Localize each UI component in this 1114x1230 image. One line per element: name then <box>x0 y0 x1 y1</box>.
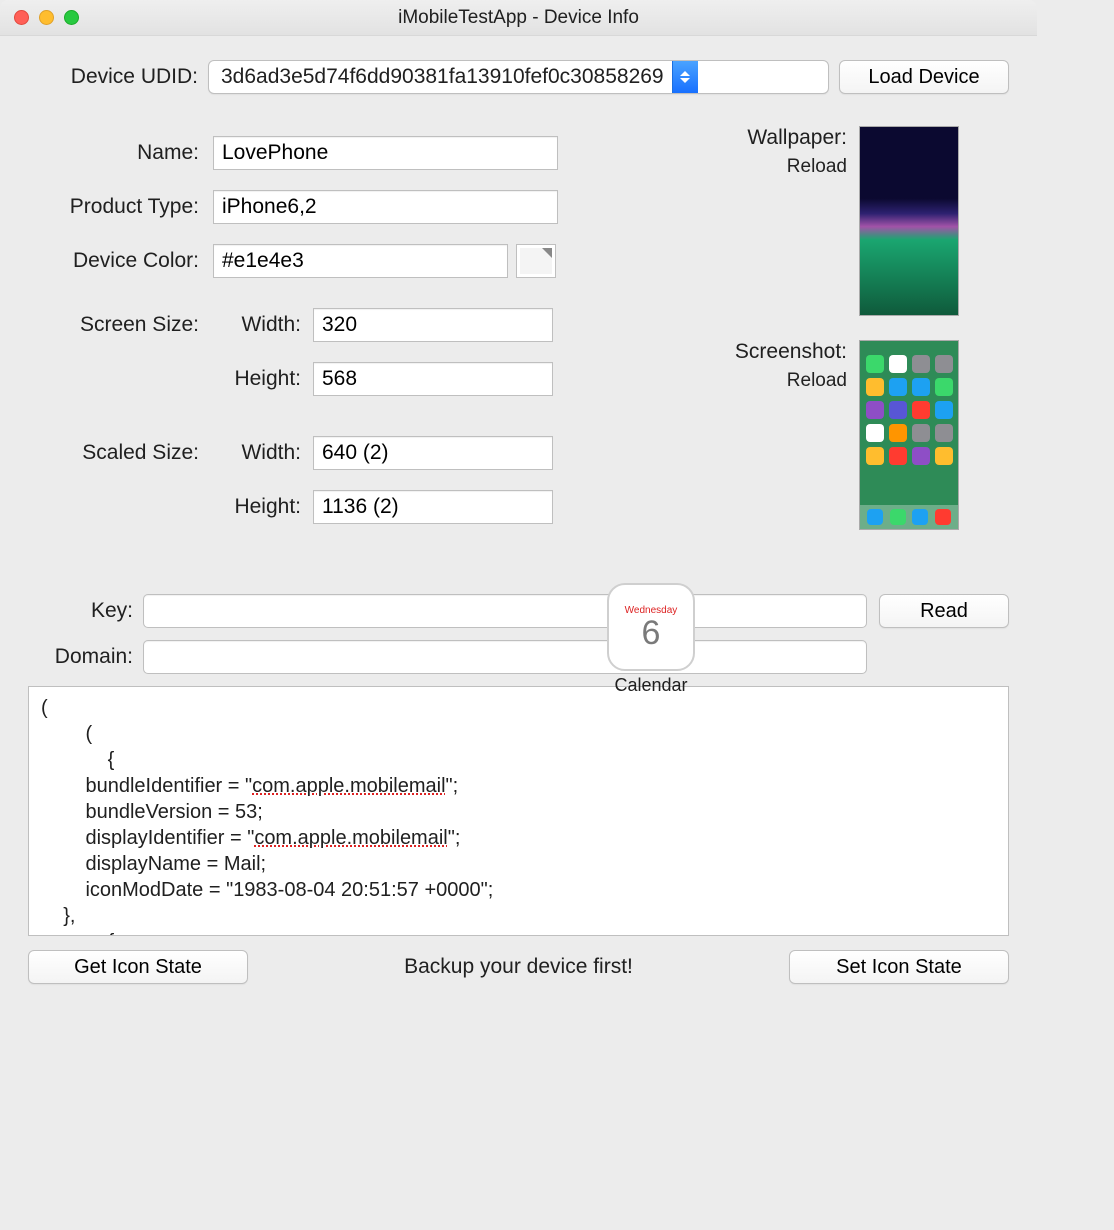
scaled-height-field[interactable] <box>313 490 553 524</box>
load-device-button[interactable]: Load Device <box>839 60 1009 94</box>
color-well[interactable] <box>516 244 556 278</box>
screen-width-field[interactable] <box>313 308 553 342</box>
scaled-height-label: Height: <box>213 495 313 519</box>
udid-row: Device UDID: 3d6ad3e5d74f6dd90381fa13910… <box>28 60 1009 94</box>
screen-size-label: Screen Size: <box>28 313 213 337</box>
left-column: Name: Product Type: Device Color: Screen… <box>28 126 689 554</box>
udid-value: 3d6ad3e5d74f6dd90381fa13910fef0c30858269 <box>209 65 672 89</box>
product-type-label: Product Type: <box>28 195 213 219</box>
window: iMobileTestApp - Device Info Device UDID… <box>0 0 1037 1002</box>
domain-label: Domain: <box>28 645 143 669</box>
screen-width-label: Width: <box>213 313 313 337</box>
udid-label: Device UDID: <box>28 65 198 89</box>
domain-field[interactable] <box>143 640 867 674</box>
scaled-size-label: Scaled Size: <box>28 441 213 465</box>
set-icon-state-button[interactable]: Set Icon State <box>789 950 1009 984</box>
udid-popup[interactable]: 3d6ad3e5d74f6dd90381fa13910fef0c30858269 <box>208 60 829 94</box>
popup-arrows-icon <box>672 61 698 93</box>
wallpaper-thumbnail <box>859 126 959 316</box>
screen-height-label: Height: <box>213 367 313 391</box>
name-label: Name: <box>28 141 213 165</box>
footer: Get Icon State Backup your device first!… <box>28 950 1009 984</box>
screenshot-reload-button[interactable]: Reload <box>709 370 847 392</box>
window-title: iMobileTestApp - Device Info <box>0 7 1037 29</box>
key-label: Key: <box>28 599 143 623</box>
name-field[interactable] <box>213 136 558 170</box>
device-color-label: Device Color: <box>28 249 213 273</box>
result-textarea[interactable]: ( ( { bundleIdentifier = "com.apple.mobi… <box>28 686 1009 936</box>
right-column: Wallpaper: Reload Screenshot: Reload <box>709 126 1009 554</box>
key-field[interactable] <box>143 594 867 628</box>
scaled-width-field[interactable] <box>313 436 553 470</box>
calendar-icon[interactable]: Wednesday 6 <box>607 583 695 671</box>
screen-height-field[interactable] <box>313 362 553 396</box>
main-area: Name: Product Type: Device Color: Screen… <box>28 126 1009 554</box>
product-type-field[interactable] <box>213 190 558 224</box>
app-icon-block: Wednesday 6 Calendar <box>601 583 701 696</box>
scaled-width-label: Width: <box>213 441 313 465</box>
titlebar: iMobileTestApp - Device Info <box>0 0 1037 36</box>
get-icon-state-button[interactable]: Get Icon State <box>28 950 248 984</box>
calendar-date: 6 <box>642 616 661 650</box>
read-button[interactable]: Read <box>879 594 1009 628</box>
screenshot-label: Screenshot: <box>709 340 847 364</box>
kv-block: Key: Read Domain: ( ( { bundleIdentifier… <box>28 594 1009 936</box>
wallpaper-reload-button[interactable]: Reload <box>709 156 847 178</box>
device-color-field[interactable] <box>213 244 508 278</box>
calendar-label: Calendar <box>601 675 701 696</box>
content: Device UDID: 3d6ad3e5d74f6dd90381fa13910… <box>0 36 1037 1002</box>
footer-message: Backup your device first! <box>404 955 633 979</box>
wallpaper-label: Wallpaper: <box>709 126 847 150</box>
screenshot-thumbnail <box>859 340 959 530</box>
